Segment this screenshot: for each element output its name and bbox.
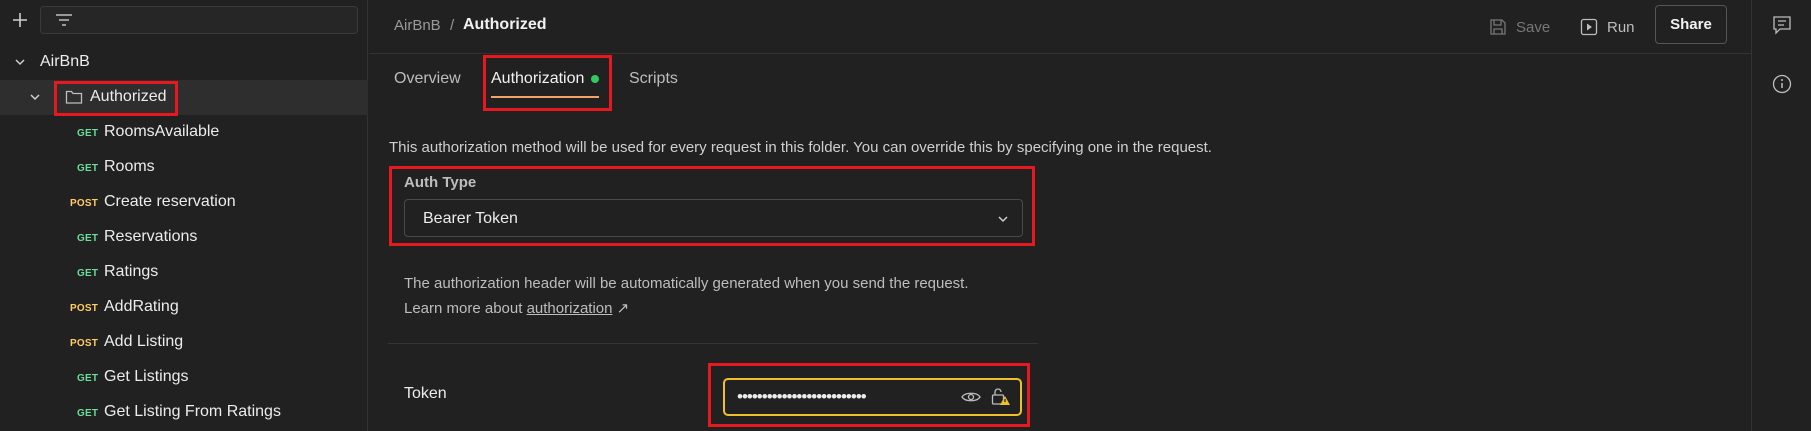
auth-info-text: This authorization method will be used f… xyxy=(389,139,1212,156)
tab-authorization[interactable]: Authorization xyxy=(491,70,584,88)
auth-description-line: The authorization header will be automat… xyxy=(404,275,969,292)
filter-input[interactable] xyxy=(40,6,358,34)
request-name: AddRating xyxy=(104,298,179,315)
info-button[interactable] xyxy=(1770,72,1794,96)
request-item[interactable]: POST AddRating xyxy=(0,290,368,325)
token-label: Token xyxy=(404,385,447,402)
learn-more-prefix: Learn more about xyxy=(404,300,527,317)
method-badge: GET xyxy=(77,373,99,384)
request-name: Reservations xyxy=(104,228,198,245)
collection-row[interactable]: AirBnB xyxy=(0,45,368,80)
request-item[interactable]: GET Rooms xyxy=(0,150,368,185)
sidebar-toolbar xyxy=(0,0,368,40)
method-badge: GET xyxy=(77,163,99,174)
request-item[interactable]: POST Add Listing xyxy=(0,325,368,360)
filter-icon xyxy=(56,14,72,26)
breadcrumb-separator: / xyxy=(450,17,455,34)
active-tab-indicator xyxy=(491,96,599,98)
new-item-button[interactable] xyxy=(9,9,31,31)
request-name: Add Listing xyxy=(104,333,184,350)
plus-icon xyxy=(13,13,27,27)
share-button[interactable]: Share xyxy=(1655,5,1727,44)
comments-icon xyxy=(1773,16,1791,35)
chevron-down-icon[interactable] xyxy=(28,90,42,104)
folder-row[interactable]: Authorized xyxy=(0,80,368,115)
run-button[interactable]: Run xyxy=(1580,13,1635,41)
page-title[interactable]: Authorized xyxy=(463,16,547,34)
right-rail xyxy=(1751,0,1811,431)
request-item[interactable]: GET Get Listings xyxy=(0,360,368,395)
method-badge: GET xyxy=(77,233,99,244)
run-label: Run xyxy=(1607,18,1635,36)
lock-warning-icon[interactable] xyxy=(991,387,1011,407)
folder-icon xyxy=(65,90,83,104)
auth-description: The authorization header will be automat… xyxy=(404,271,1024,321)
chevron-down-icon xyxy=(998,216,1008,223)
auth-type-select[interactable]: Bearer Token xyxy=(404,199,1023,237)
info-icon xyxy=(1772,74,1792,94)
save-button[interactable]: Save xyxy=(1489,13,1550,41)
save-icon xyxy=(1490,19,1506,35)
request-item[interactable]: POST Create reservation xyxy=(0,185,368,220)
method-badge: GET xyxy=(77,128,99,139)
external-link-icon: ↗ xyxy=(616,300,630,317)
header-bar: AirBnB / Authorized Save Run Share xyxy=(369,0,1751,54)
learn-more-line: Learn more about authorization ↗ xyxy=(404,296,1024,321)
divider xyxy=(388,343,1038,344)
method-badge: GET xyxy=(77,268,99,279)
method-badge: POST xyxy=(70,198,99,209)
authorization-link[interactable]: authorization xyxy=(527,300,613,317)
token-input[interactable]: •••••••••••••••••••••••••• xyxy=(723,378,1022,416)
request-item[interactable]: GET RoomsAvailable xyxy=(0,115,368,150)
status-dot xyxy=(591,75,599,83)
request-name: Create reservation xyxy=(104,193,236,210)
breadcrumb-parent[interactable]: AirBnB xyxy=(394,17,441,34)
auth-type-label: Auth Type xyxy=(404,174,477,191)
method-badge: GET xyxy=(77,408,99,419)
eye-icon[interactable] xyxy=(961,389,981,405)
request-name: Get Listings xyxy=(104,368,189,385)
main-panel: AirBnB / Authorized Save Run Share Overv… xyxy=(369,0,1751,431)
request-item[interactable]: GET Get Listing From Ratings xyxy=(0,395,368,430)
tab-scripts[interactable]: Scripts xyxy=(629,70,678,88)
request-item[interactable]: GET Reservations xyxy=(0,220,368,255)
request-name: Ratings xyxy=(104,263,159,280)
request-name: Rooms xyxy=(104,158,155,175)
token-value: •••••••••••••••••••••••••• xyxy=(737,387,867,406)
auth-type-value: Bearer Token xyxy=(423,210,518,227)
request-item[interactable]: GET Ratings xyxy=(0,255,368,290)
chevron-down-icon[interactable] xyxy=(13,55,27,69)
tab-overview[interactable]: Overview xyxy=(394,70,461,88)
save-label: Save xyxy=(1516,18,1551,36)
comments-button[interactable] xyxy=(1770,13,1794,37)
sidebar: AirBnB Authorized GET RoomsAvailable GET… xyxy=(0,0,368,431)
run-icon xyxy=(1580,18,1598,36)
collection-name: AirBnB xyxy=(40,53,90,70)
folder-name: Authorized xyxy=(90,88,167,105)
request-name: Get Listing From Ratings xyxy=(104,403,281,420)
request-name: RoomsAvailable xyxy=(104,123,220,140)
method-badge: POST xyxy=(70,303,99,314)
method-badge: POST xyxy=(70,338,99,349)
